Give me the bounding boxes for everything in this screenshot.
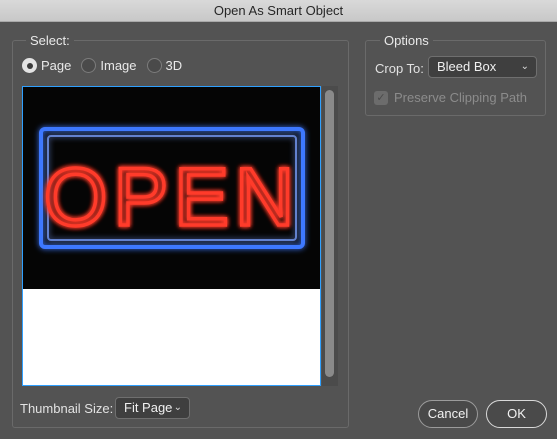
preview-scrollbar[interactable]: [322, 86, 338, 386]
radio-3d[interactable]: 3D: [146, 58, 183, 73]
preview-thumbnail-image: OPEN: [23, 87, 320, 289]
ok-button[interactable]: OK: [486, 400, 547, 428]
crop-to-select[interactable]: Bleed Box ⌄: [428, 56, 537, 78]
chevron-down-icon: ⌄: [173, 402, 182, 413]
preview-scrollbar-thumb[interactable]: [325, 90, 334, 377]
radio-page-indicator[interactable]: [22, 58, 37, 73]
select-radio-group: Page Image 3D: [22, 58, 192, 73]
preserve-clipping-path-label: Preserve Clipping Path: [394, 90, 527, 105]
thumbnail-size-value: Fit Page: [124, 400, 173, 415]
thumbnail-size-label: Thumbnail Size:: [20, 401, 114, 416]
radio-image[interactable]: Image: [81, 58, 137, 73]
cancel-button[interactable]: Cancel: [418, 400, 478, 428]
neon-open-sign: OPEN: [39, 127, 305, 249]
crop-to-label: Crop To:: [375, 61, 424, 76]
radio-3d-indicator[interactable]: [146, 58, 162, 73]
radio-image-indicator[interactable]: [81, 58, 97, 73]
chevron-down-icon: ⌄: [520, 61, 529, 72]
select-legend: Select:: [26, 33, 74, 48]
preserve-clipping-path-row: ✓ Preserve Clipping Path: [374, 90, 527, 105]
radio-image-label: Image: [100, 58, 137, 73]
window-title: Open As Smart Object: [0, 0, 557, 22]
radio-page[interactable]: Page: [22, 58, 71, 73]
page-preview[interactable]: OPEN: [22, 86, 321, 386]
radio-3d-label: 3D: [165, 58, 183, 73]
thumbnail-size-select[interactable]: Fit Page ⌄: [115, 397, 190, 419]
options-legend: Options: [380, 33, 433, 48]
crop-to-value: Bleed Box: [437, 59, 497, 74]
neon-open-text: OPEN: [44, 152, 300, 243]
radio-page-label: Page: [41, 58, 72, 73]
preserve-clipping-path-checkbox[interactable]: ✓: [374, 90, 388, 105]
